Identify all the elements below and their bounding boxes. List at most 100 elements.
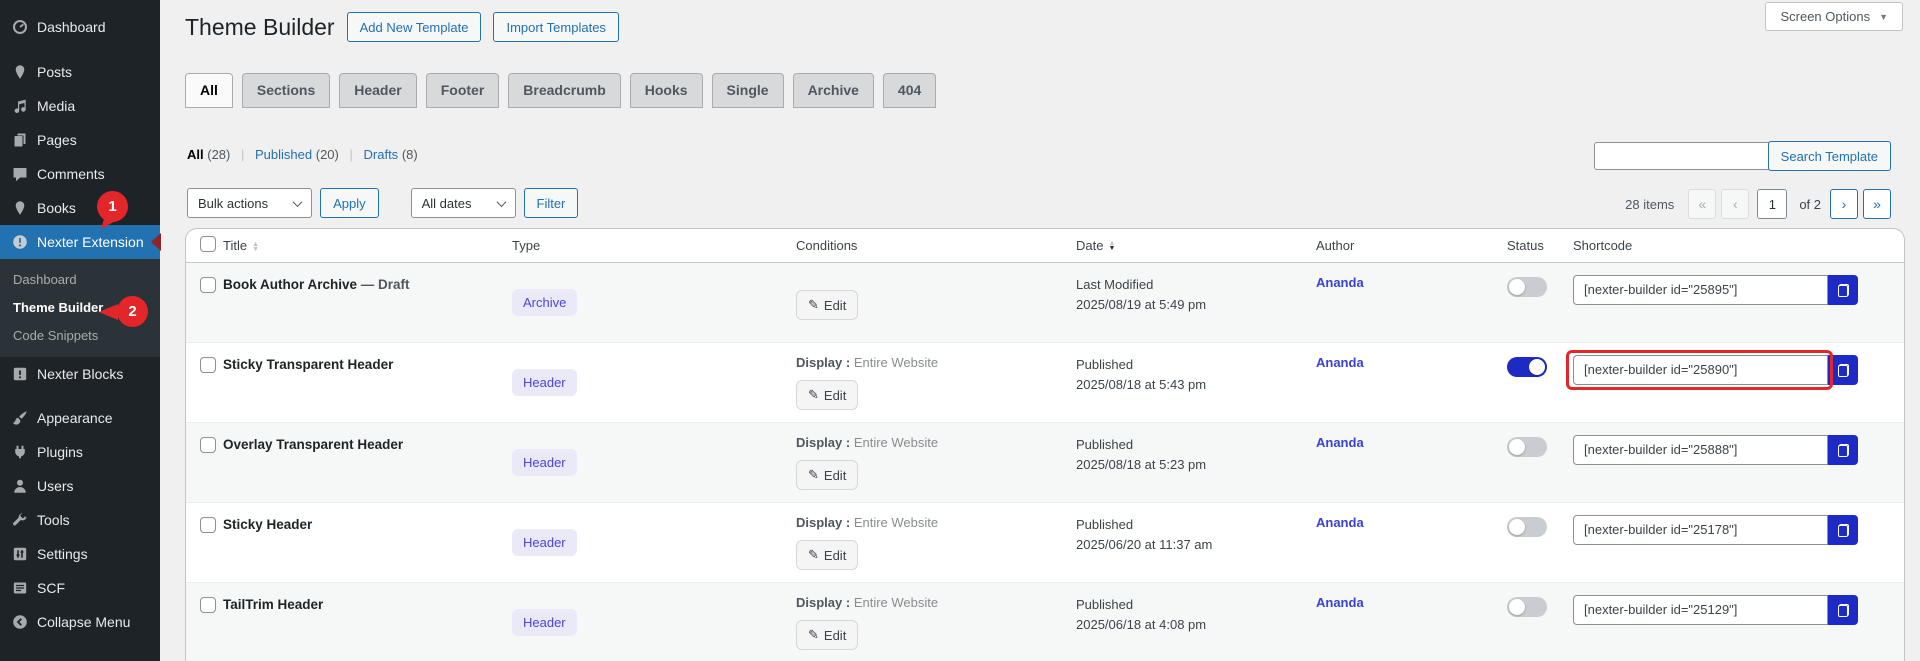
template-title[interactable]: Book Author Archive <box>223 277 357 292</box>
author-link[interactable]: Ananda <box>1316 435 1364 450</box>
sidebar-item-collapse-menu[interactable]: Collapse Menu <box>0 605 160 639</box>
sidebar-item-label: Dashboard <box>37 19 106 35</box>
search-template-button[interactable]: Search Template <box>1767 141 1891 171</box>
import-templates-button[interactable]: Import Templates <box>493 12 619 42</box>
row-checkbox[interactable] <box>200 517 216 533</box>
table-row: TailTrim Header Header Display : Entire … <box>186 583 1904 661</box>
bulk-actions-select[interactable]: Bulk actions <box>187 188 313 218</box>
copy-shortcode-button[interactable] <box>1828 275 1858 305</box>
current-page-input[interactable]: 1 <box>1757 189 1788 219</box>
next-page-button[interactable]: › <box>1830 189 1858 219</box>
tab-404[interactable]: 404 <box>882 73 937 108</box>
sidebar-item-settings[interactable]: Settings <box>0 537 160 571</box>
sidebar-item-dashboard[interactable]: Dashboard <box>0 10 160 44</box>
template-title[interactable]: TailTrim Header <box>223 597 323 612</box>
copy-icon <box>1837 443 1849 457</box>
tab-footer[interactable]: Footer <box>425 73 500 108</box>
sidebar-item-books[interactable]: Books <box>0 191 160 225</box>
edit-conditions-button[interactable]: ✎ Edit <box>796 460 859 490</box>
copy-shortcode-button[interactable] <box>1828 435 1858 465</box>
add-new-template-button[interactable]: Add New Template <box>346 12 482 42</box>
sidebar-item-plugins[interactable]: Plugins <box>0 435 160 469</box>
tab-hooks[interactable]: Hooks <box>629 73 703 108</box>
sidebar-item-label: Nexter Blocks <box>37 366 124 382</box>
author-link[interactable]: Ananda <box>1316 515 1364 530</box>
filter-all-count: (28) <box>207 147 231 162</box>
sidebar-item-users[interactable]: Users <box>0 469 160 503</box>
shortcode-field[interactable]: [nexter-builder id="25888"] <box>1573 435 1828 465</box>
column-status: Status <box>1507 238 1544 253</box>
status-toggle[interactable] <box>1507 357 1547 377</box>
apply-button[interactable]: Apply <box>320 188 379 218</box>
filter-button[interactable]: Filter <box>523 188 579 218</box>
row-checkbox[interactable] <box>200 437 216 453</box>
tab-breadcrumb[interactable]: Breadcrumb <box>508 73 621 108</box>
column-shortcode: Shortcode <box>1573 238 1633 253</box>
search-input[interactable] <box>1594 142 1772 170</box>
filter-all-link[interactable]: All <box>187 147 204 162</box>
edit-conditions-button[interactable]: ✎ Edit <box>796 380 859 410</box>
sort-icon[interactable]: ▲ ▼ <box>252 241 259 253</box>
sidebar-item-media[interactable]: Media <box>0 89 160 123</box>
filter-published-count: (20) <box>315 147 339 162</box>
filter-drafts-count: (8) <box>401 147 418 162</box>
comment-icon <box>11 166 28 183</box>
tab-header[interactable]: Header <box>339 73 417 108</box>
shortcode-field[interactable]: [nexter-builder id="25890"] <box>1573 355 1828 385</box>
filter-drafts-link[interactable]: Drafts <box>364 147 399 162</box>
status-toggle[interactable] <box>1507 517 1547 537</box>
shortcode-field[interactable]: [nexter-builder id="25178"] <box>1573 515 1828 545</box>
all-dates-select[interactable]: All dates <box>410 188 516 218</box>
column-date[interactable]: Date <box>1076 238 1103 253</box>
tab-archive[interactable]: Archive <box>792 73 874 108</box>
sidebar-item-tools[interactable]: Tools <box>0 503 160 537</box>
status-toggle[interactable] <box>1507 597 1547 617</box>
display-condition: Display : Entire Website <box>796 435 939 450</box>
author-link[interactable]: Ananda <box>1316 275 1364 290</box>
tab-all[interactable]: All <box>185 73 233 108</box>
date-cell: Published 2025/06/18 at 4:08 pm <box>1076 597 1207 632</box>
status-toggle[interactable] <box>1507 437 1547 457</box>
media-icon <box>11 98 28 115</box>
pagination: 28 items « ‹ 1 of 2 › » <box>1625 189 1891 219</box>
sidebar-item-appearance[interactable]: Appearance <box>0 401 160 435</box>
copy-shortcode-button[interactable] <box>1828 515 1858 545</box>
row-checkbox[interactable] <box>200 277 216 293</box>
last-page-button[interactable]: » <box>1863 189 1891 219</box>
tab-single[interactable]: Single <box>711 73 784 108</box>
sidebar-item-nexter-blocks[interactable]: Nexter Blocks <box>0 357 160 391</box>
author-link[interactable]: Ananda <box>1316 595 1364 610</box>
author-link[interactable]: Ananda <box>1316 355 1364 370</box>
sidebar-item-pages[interactable]: Pages <box>0 123 160 157</box>
edit-conditions-button[interactable]: ✎ Edit <box>796 620 859 650</box>
sort-icon[interactable]: ▲ ▼ <box>1108 240 1115 252</box>
shortcode-field[interactable]: [nexter-builder id="25129"] <box>1573 595 1828 625</box>
table-row: Overlay Transparent Header Header Displa… <box>186 423 1904 503</box>
main-content: Screen Options ▼ Theme Builder Add New T… <box>160 0 1920 661</box>
edit-conditions-button[interactable]: ✎ Edit <box>796 290 859 320</box>
row-checkbox[interactable] <box>200 357 216 373</box>
display-condition: Display : Entire Website <box>796 595 939 610</box>
template-title[interactable]: Sticky Transparent Header <box>223 357 393 372</box>
copy-shortcode-button[interactable] <box>1828 355 1858 385</box>
template-title[interactable]: Sticky Header <box>223 517 312 532</box>
template-title[interactable]: Overlay Transparent Header <box>223 437 403 452</box>
shortcode-field[interactable]: [nexter-builder id="25895"] <box>1573 275 1828 305</box>
screen-options-button[interactable]: Screen Options ▼ <box>1765 2 1903 31</box>
wrench-icon <box>11 512 28 529</box>
select-all-checkbox[interactable] <box>200 236 216 252</box>
column-title[interactable]: Title <box>223 238 247 253</box>
edit-conditions-button[interactable]: ✎ Edit <box>796 540 859 570</box>
status-toggle[interactable] <box>1507 277 1547 297</box>
sidebar-item-label: Appearance <box>37 410 113 426</box>
copy-shortcode-button[interactable] <box>1828 595 1858 625</box>
submenu-item-dashboard[interactable]: Dashboard <box>0 265 160 293</box>
sidebar-item-comments[interactable]: Comments <box>0 157 160 191</box>
type-badge: Header <box>512 609 577 636</box>
sidebar-item-nexter-extension[interactable]: Nexter Extension <box>0 225 160 259</box>
tab-sections[interactable]: Sections <box>241 73 331 108</box>
sidebar-item-posts[interactable]: Posts <box>0 55 160 89</box>
filter-published-link[interactable]: Published <box>255 147 312 162</box>
row-checkbox[interactable] <box>200 597 216 613</box>
sidebar-item-scf[interactable]: SCF <box>0 571 160 605</box>
